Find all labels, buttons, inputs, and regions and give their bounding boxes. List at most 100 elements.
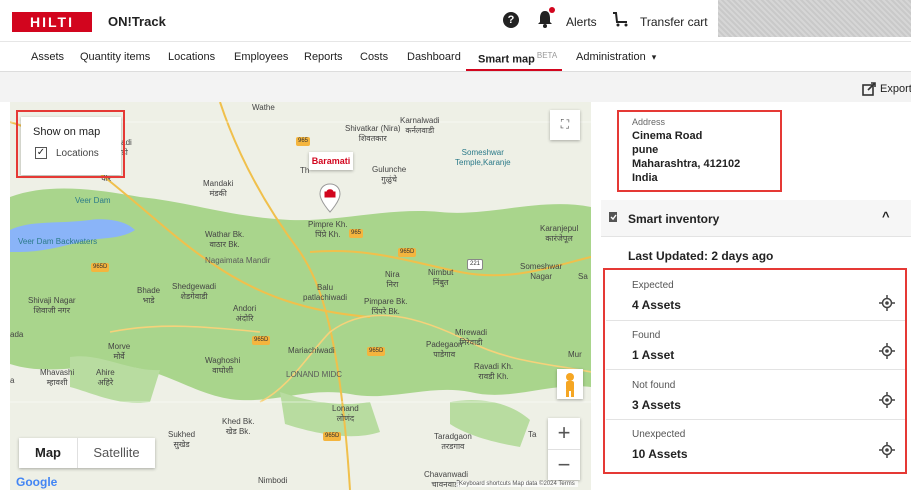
- address-line: India: [632, 172, 658, 184]
- map-place-label: Veer Dam: [75, 196, 111, 205]
- map-place-label: Nimbut निंबुत: [428, 268, 454, 287]
- map-place-label: Th: [300, 166, 310, 175]
- map-place-label: Mur: [568, 350, 582, 359]
- nav-smart-map[interactable]: Smart map BETA: [478, 51, 557, 66]
- alert-indicator: [549, 7, 555, 13]
- road-number-tag: 965D: [91, 263, 110, 272]
- map-type-toggle: Map Satellite: [19, 438, 155, 468]
- map-place-label: Padegaon पाडेगाव: [426, 340, 463, 359]
- zoom-in-button[interactable]: +: [548, 418, 580, 449]
- beta-badge: BETA: [536, 51, 558, 60]
- address-line: Maharashtra, 412102: [632, 158, 741, 170]
- address-line: Cinema Road: [632, 130, 703, 142]
- map-place-label: LONAND MIDC: [286, 370, 343, 379]
- road-number-tag: 221: [467, 259, 484, 270]
- map-place-label: Someshwar Nagar: [520, 262, 563, 281]
- zoom-controls: + −: [548, 418, 580, 480]
- road-number-tag: 965D: [252, 336, 271, 345]
- show-on-map-panel: Show on map ✓ Locations: [21, 117, 121, 175]
- nav-employees[interactable]: Employees: [234, 51, 288, 63]
- map-place-label: Wathar Bk. वाठार Bk.: [205, 230, 245, 249]
- help-icon[interactable]: ?: [503, 12, 519, 28]
- nav-costs[interactable]: Costs: [360, 51, 388, 63]
- map-place-label: Ahire अहिरे: [96, 368, 115, 387]
- map-place-label: Shedgewadi शेडगेवाडी: [172, 282, 217, 301]
- road-number-tag: 965D: [367, 347, 386, 356]
- map-place-label: Wathe: [252, 103, 275, 112]
- address-line: pune: [632, 144, 659, 156]
- map-place-label: Shivaji Nagar शिवाजी नगर: [28, 296, 76, 315]
- toolbar: [0, 72, 911, 102]
- road-number-tag: 965D: [398, 248, 417, 257]
- road-number-tag: 965D: [323, 432, 342, 441]
- map-place-label: Waghoshi वाघोशी: [205, 356, 241, 375]
- locate-icon[interactable]: [879, 343, 895, 359]
- map-place-label: Mariachiwadi: [288, 346, 335, 355]
- google-logo: Google: [16, 475, 58, 489]
- smart-inventory-title: Smart inventory: [628, 212, 720, 226]
- transfer-cart-link[interactable]: Transfer cart: [640, 15, 708, 29]
- active-tab-indicator: [466, 69, 562, 71]
- nav-dashboard[interactable]: Dashboard: [407, 51, 461, 63]
- map-place-label: Mandaki मंडकी: [203, 179, 234, 198]
- stat-label-found: Found: [632, 330, 661, 341]
- map-place-label: Morve मोर्वे: [108, 342, 131, 361]
- map-attribution[interactable]: Keyboard shortcuts Map data ©2024 Terms: [456, 481, 578, 487]
- nav-reports[interactable]: Reports: [304, 51, 343, 63]
- stat-value-unexpected: 10 Assets: [632, 447, 688, 461]
- hilti-logo[interactable]: HILTI: [12, 12, 92, 32]
- nav-locations[interactable]: Locations: [168, 51, 215, 63]
- map-place-label: Someshwar Temple,Karanje: [455, 148, 511, 167]
- road-number-tag: 965: [349, 229, 364, 238]
- map-place-label: ada: [10, 330, 24, 339]
- map-place-label: Taradgaon तरडगाव: [434, 432, 472, 451]
- map-place-label: a: [10, 376, 15, 385]
- map-place-label: Karnalwadi कर्नलवाडी: [400, 116, 440, 135]
- chevron-down-icon: ▾: [651, 52, 657, 62]
- map-place-label: Chavanwadi चावनवाडी: [424, 470, 469, 489]
- user-area[interactable]: [718, 0, 911, 37]
- map-place-label: Shivatkar (Nira) शिवतकार: [345, 124, 401, 143]
- divider: [606, 320, 906, 321]
- map-place-label: Mhavashi म्हावशी: [40, 368, 75, 387]
- street-view-pegman-icon[interactable]: [557, 369, 583, 399]
- stat-value-expected: 4 Assets: [632, 298, 681, 312]
- nav-quantity-items[interactable]: Quantity items: [80, 51, 150, 63]
- locations-checkbox-label[interactable]: Locations: [56, 148, 99, 159]
- map-place-label: Nira निरा: [385, 270, 400, 289]
- locate-icon[interactable]: [879, 442, 895, 458]
- inventory-check-icon: [609, 212, 617, 222]
- map-place-label: Khed Bk. खेड Bk.: [222, 417, 255, 436]
- map-place-label: Bhade भाडे: [137, 286, 161, 305]
- locate-icon[interactable]: [879, 295, 895, 311]
- map-type-satellite-button[interactable]: Satellite: [77, 438, 155, 468]
- divider: [606, 369, 906, 370]
- location-pin-icon[interactable]: [319, 183, 341, 213]
- alerts-link[interactable]: Alerts: [566, 15, 597, 29]
- map-place-label: Nagaimata Mandir: [205, 256, 271, 265]
- road-number-tag: 965: [296, 137, 311, 146]
- stat-label-unexpected: Unexpected: [632, 429, 686, 440]
- locate-icon[interactable]: [879, 392, 895, 408]
- export-icon[interactable]: [862, 82, 876, 96]
- nav-administration[interactable]: Administration ▾: [576, 51, 656, 63]
- address-caption: Address: [632, 117, 666, 127]
- location-pin-label[interactable]: Baramati: [309, 152, 353, 170]
- zoom-out-button[interactable]: −: [548, 449, 580, 480]
- stat-value-not-found: 3 Assets: [632, 398, 681, 412]
- nav-assets[interactable]: Assets: [31, 51, 64, 63]
- map-type-map-button[interactable]: Map: [19, 438, 77, 468]
- fullscreen-button[interactable]: ⛶: [550, 110, 580, 140]
- locations-checkbox[interactable]: ✓: [35, 147, 47, 159]
- show-on-map-title: Show on map: [33, 126, 101, 138]
- map-place-label: Ta: [528, 430, 537, 439]
- map-place-label: Sa: [578, 272, 588, 281]
- nav-smart-map-label: Smart map: [478, 53, 535, 66]
- divider: [601, 236, 911, 237]
- stat-value-found: 1 Asset: [632, 348, 675, 362]
- chevron-up-icon[interactable]: ^: [882, 209, 890, 224]
- map-place-label: Andori अंदोरि: [233, 304, 257, 323]
- cart-icon[interactable]: [612, 11, 630, 27]
- map-place-label: Sukhed सुखेड: [168, 430, 196, 449]
- export-button[interactable]: Export: [880, 83, 911, 95]
